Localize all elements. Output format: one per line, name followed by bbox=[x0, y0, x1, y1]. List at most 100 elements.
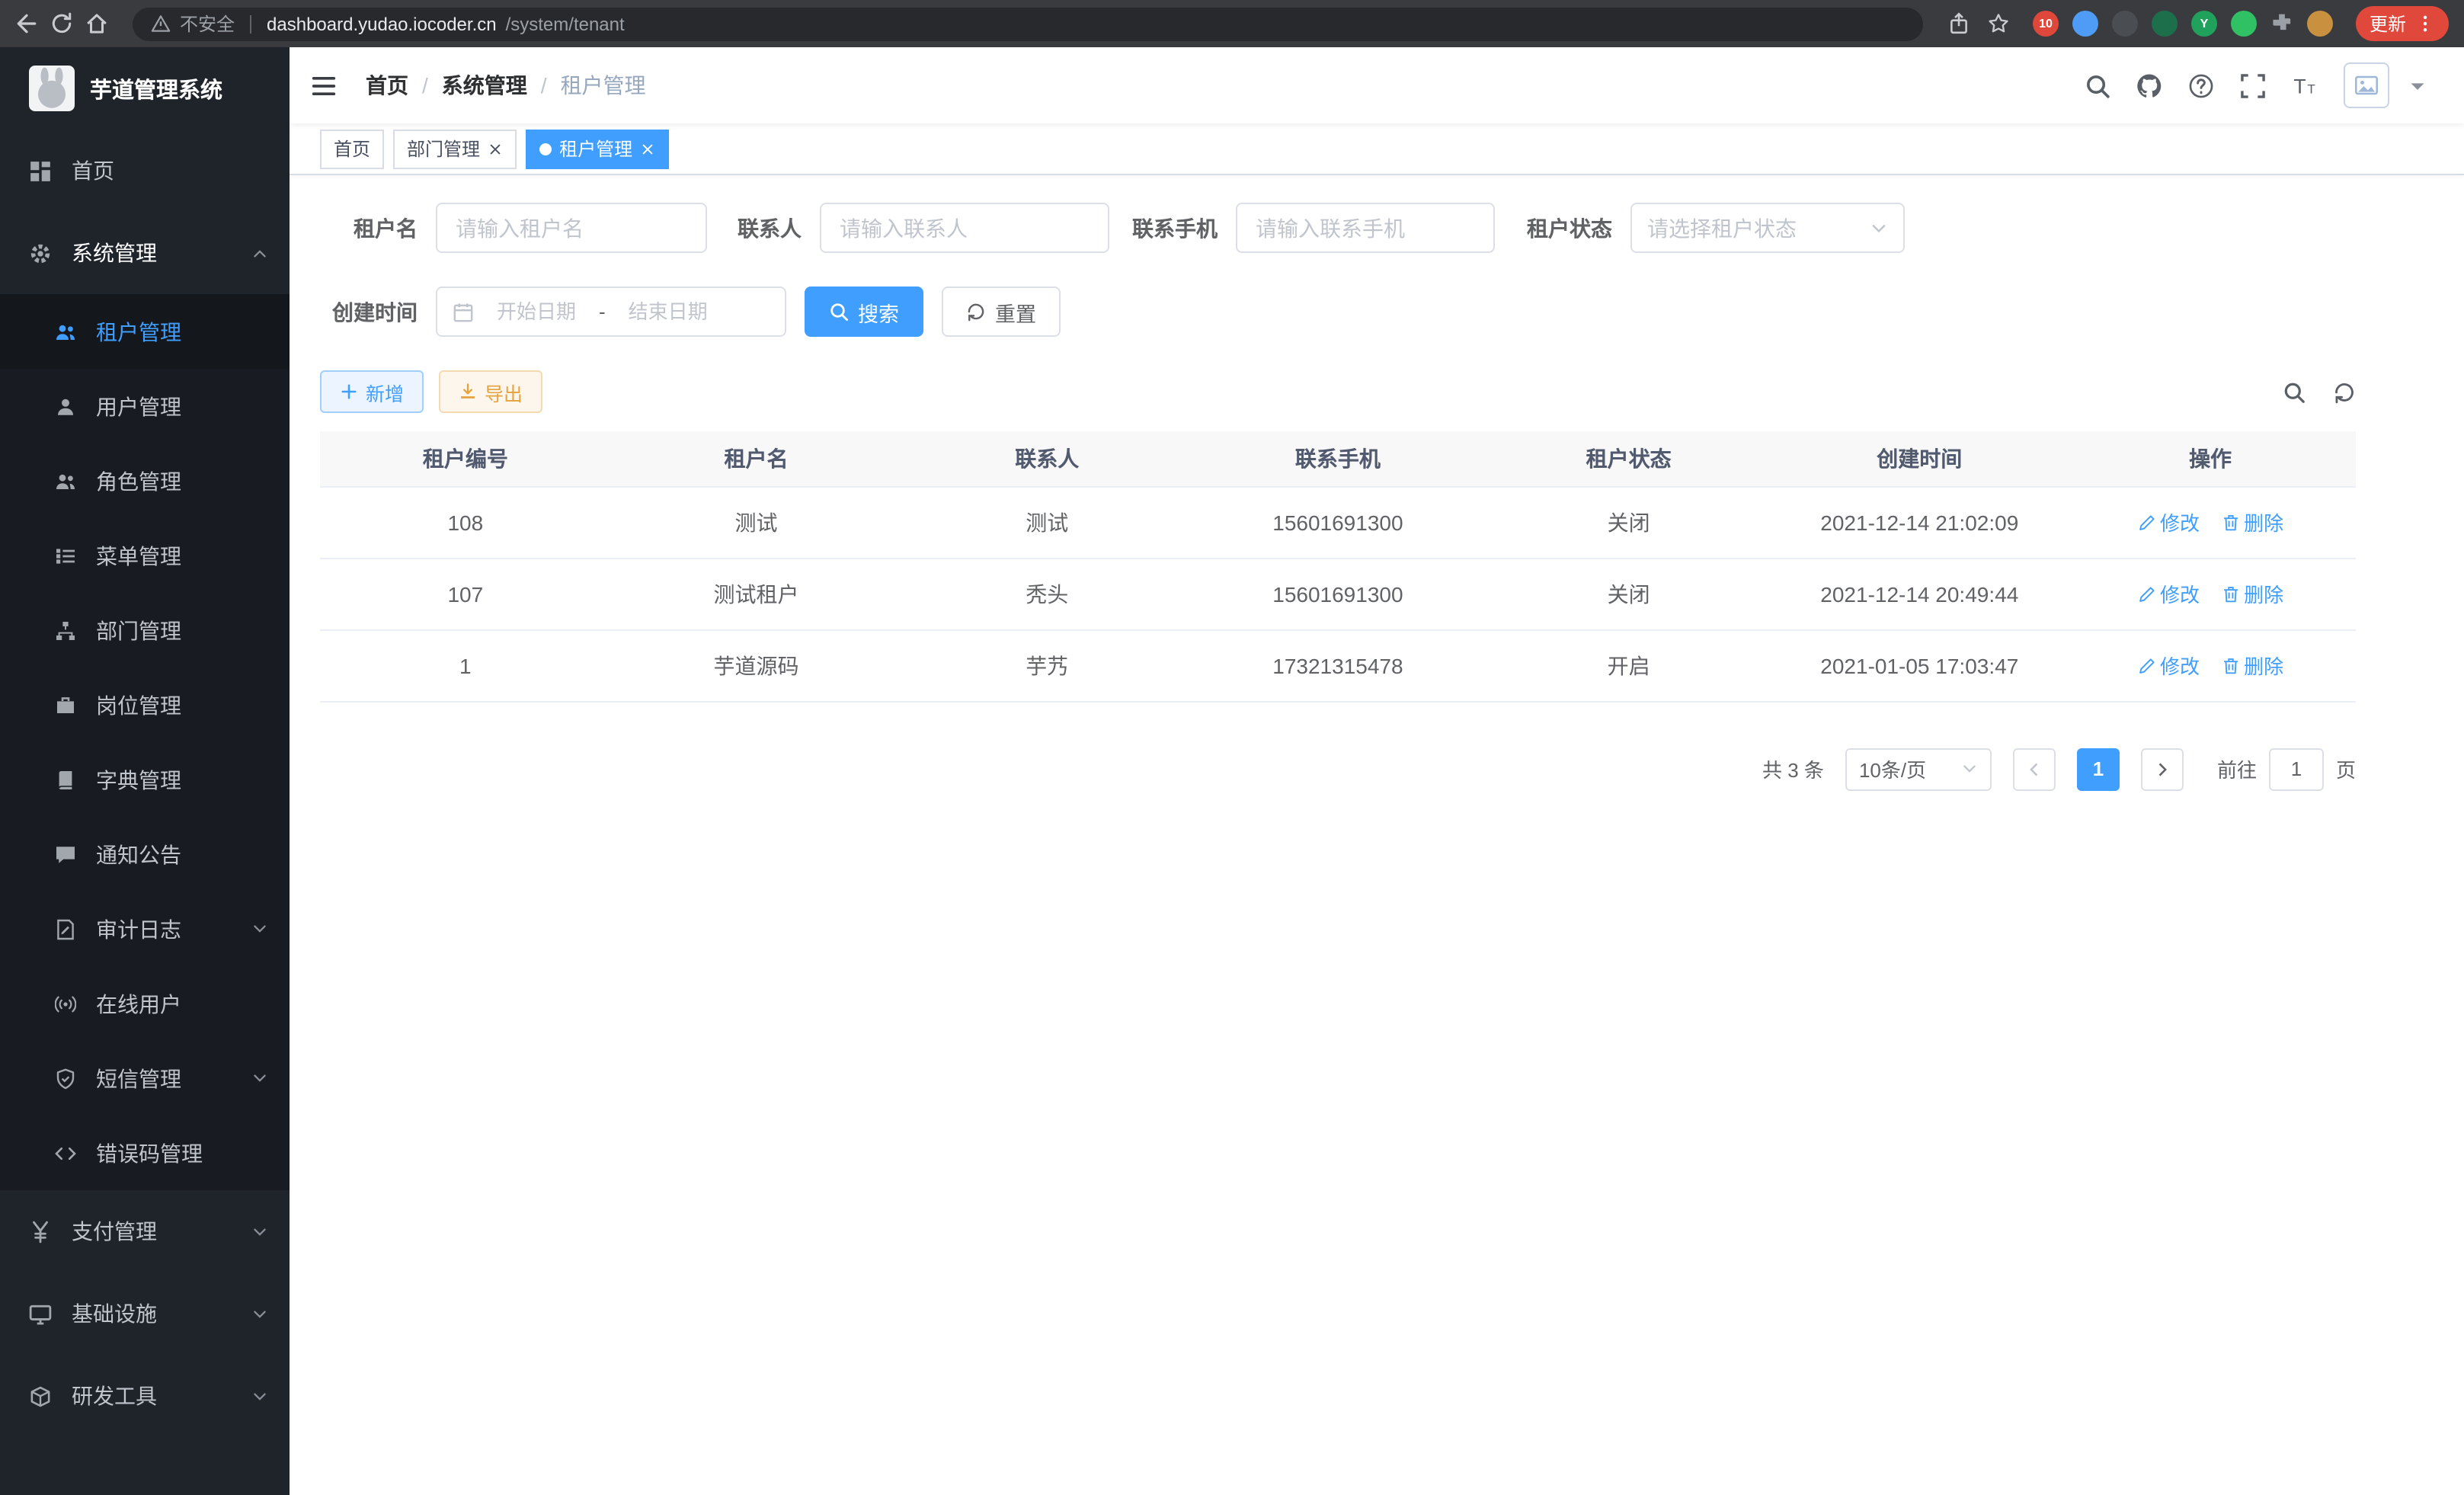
sidebar-item-infra[interactable]: 基础设施 bbox=[0, 1273, 290, 1355]
ext-profile-icon[interactable] bbox=[2307, 11, 2333, 37]
back-icon[interactable] bbox=[15, 12, 38, 35]
contact-input[interactable] bbox=[820, 203, 1109, 253]
sidebar-item-dept[interactable]: 部门管理 bbox=[0, 593, 290, 667]
sidebar-item-menu[interactable]: 菜单管理 bbox=[0, 518, 290, 593]
chevron-down-icon bbox=[251, 1070, 268, 1087]
search-button[interactable]: 搜索 bbox=[805, 287, 923, 337]
ext-red-badge-icon[interactable]: 10 bbox=[2033, 11, 2059, 37]
sidebar-item-tenant[interactable]: 租户管理 bbox=[0, 294, 290, 369]
caret-down-icon[interactable] bbox=[2405, 72, 2430, 98]
ext-blue-icon[interactable] bbox=[2072, 11, 2098, 37]
sidebar-item-dict[interactable]: 字典管理 bbox=[0, 742, 290, 817]
chevron-down-icon bbox=[1961, 760, 1978, 777]
kebab-menu-icon[interactable] bbox=[2415, 14, 2435, 34]
sidebar-item-label: 短信管理 bbox=[96, 1063, 181, 1093]
search-icon[interactable] bbox=[2085, 72, 2110, 98]
signal-icon bbox=[55, 993, 76, 1014]
breadcrumb-item-home[interactable]: 首页 bbox=[366, 70, 408, 101]
chevron-down-icon bbox=[251, 1305, 268, 1322]
sidebar-item-label: 菜单管理 bbox=[96, 540, 181, 571]
phone-input[interactable] bbox=[1236, 203, 1495, 253]
sidebar-item-home[interactable]: 首页 bbox=[0, 130, 290, 212]
ext-green-y-icon[interactable]: Y bbox=[2191, 11, 2217, 37]
date-range-picker[interactable]: - bbox=[436, 287, 786, 337]
help-icon[interactable] bbox=[2188, 72, 2214, 98]
svg-text:T: T bbox=[2293, 75, 2306, 98]
status-select[interactable]: 请选择租户状态 bbox=[1630, 203, 1905, 253]
submenu-system: 租户管理用户管理角色管理菜单管理部门管理岗位管理字典管理通知公告审计日志在线用户… bbox=[0, 294, 290, 1190]
breadcrumb-separator: / bbox=[541, 73, 547, 98]
hamburger-icon[interactable] bbox=[311, 72, 337, 98]
column-header: 联系手机 bbox=[1192, 431, 1483, 486]
address-bar[interactable]: 不安全 dashboard.yudao.iocoder.cn/system/te… bbox=[133, 7, 1923, 40]
export-button[interactable]: 导出 bbox=[439, 370, 542, 413]
reset-button-label: 重置 bbox=[995, 296, 1036, 327]
ext-dark-green-icon[interactable] bbox=[2152, 11, 2178, 37]
image-placeholder-icon bbox=[2354, 73, 2379, 98]
sidebar-item-label: 角色管理 bbox=[96, 466, 181, 496]
user-icon bbox=[55, 395, 76, 417]
end-date-input[interactable] bbox=[612, 300, 725, 323]
reset-button[interactable]: 重置 bbox=[942, 287, 1061, 337]
edit-link[interactable]: 修改 bbox=[2137, 507, 2200, 536]
page-size-select[interactable]: 10条/页 bbox=[1845, 748, 1992, 790]
update-button[interactable]: 更新 bbox=[2356, 6, 2449, 41]
edit-link[interactable]: 修改 bbox=[2137, 651, 2200, 680]
sidebar-item-system[interactable]: 系统管理 bbox=[0, 212, 290, 294]
sidebar-item-post[interactable]: 岗位管理 bbox=[0, 667, 290, 742]
ext-puzzle-icon[interactable] bbox=[2270, 12, 2293, 35]
star-icon[interactable] bbox=[1987, 12, 2010, 35]
app-logo[interactable]: 芋道管理系统 bbox=[0, 47, 290, 130]
fullscreen-icon[interactable] bbox=[2240, 72, 2266, 98]
add-button[interactable]: 新增 bbox=[320, 370, 424, 413]
tenant-name-input[interactable] bbox=[436, 203, 707, 253]
next-page-button[interactable] bbox=[2141, 748, 2184, 790]
breadcrumb-item-system[interactable]: 系统管理 bbox=[442, 70, 527, 101]
font-size-icon[interactable]: TT bbox=[2292, 72, 2318, 98]
sidebar-item-dev-tools[interactable]: 研发工具 bbox=[0, 1355, 290, 1437]
gear-icon bbox=[29, 242, 52, 264]
box-icon bbox=[29, 1385, 52, 1407]
goto-page-input[interactable] bbox=[2269, 748, 2324, 790]
table-header-row: 租户编号租户名联系人联系手机租户状态创建时间操作 bbox=[320, 431, 2356, 486]
close-icon[interactable] bbox=[488, 141, 503, 156]
cell-contact: 芋艿 bbox=[901, 629, 1192, 701]
page-size-value: 10条/页 bbox=[1859, 754, 1926, 783]
chevron-down-icon bbox=[251, 1388, 268, 1404]
doc-edit-icon bbox=[55, 918, 76, 940]
address-divider bbox=[250, 14, 251, 33]
delete-link[interactable]: 删除 bbox=[2221, 579, 2283, 608]
refresh-table-icon[interactable] bbox=[2333, 380, 2356, 403]
github-icon[interactable] bbox=[2136, 72, 2162, 98]
tab-home[interactable]: 首页 bbox=[320, 129, 384, 168]
tab-dept[interactable]: 部门管理 bbox=[393, 129, 517, 168]
sidebar-item-label: 支付管理 bbox=[72, 1216, 157, 1247]
reload-icon[interactable] bbox=[50, 12, 73, 35]
sidebar-item-notice[interactable]: 通知公告 bbox=[0, 817, 290, 892]
home-nav-icon[interactable] bbox=[85, 12, 108, 35]
start-date-input[interactable] bbox=[480, 300, 593, 323]
sidebar-item-pay[interactable]: 支付管理 bbox=[0, 1190, 290, 1273]
sidebar-item-online-user[interactable]: 在线用户 bbox=[0, 966, 290, 1041]
sidebar-item-user[interactable]: 用户管理 bbox=[0, 369, 290, 443]
sidebar-item-audit-log[interactable]: 审计日志 bbox=[0, 892, 290, 966]
ext-bright-green-icon[interactable] bbox=[2231, 11, 2257, 37]
share-icon[interactable] bbox=[1947, 12, 1970, 35]
ext-dark-icon[interactable] bbox=[2112, 11, 2138, 37]
sidebar-item-role[interactable]: 角色管理 bbox=[0, 443, 290, 518]
edit-link[interactable]: 修改 bbox=[2137, 579, 2200, 608]
cell-status: 开启 bbox=[1483, 629, 1774, 701]
toggle-search-icon[interactable] bbox=[2283, 380, 2306, 403]
delete-link[interactable]: 删除 bbox=[2221, 507, 2283, 536]
sidebar-item-error-code[interactable]: 错误码管理 bbox=[0, 1116, 290, 1190]
edit-icon bbox=[2137, 584, 2155, 603]
tab-tenant[interactable]: 租户管理 bbox=[526, 129, 669, 168]
sidebar-item-sms[interactable]: 短信管理 bbox=[0, 1041, 290, 1116]
current-page-button[interactable]: 1 bbox=[2077, 748, 2120, 790]
create-time-label: 创建时间 bbox=[320, 296, 436, 327]
user-avatar[interactable] bbox=[2344, 62, 2389, 108]
sidebar-item-label: 审计日志 bbox=[96, 914, 181, 944]
prev-page-button[interactable] bbox=[2013, 748, 2056, 790]
delete-link[interactable]: 删除 bbox=[2221, 651, 2283, 680]
close-icon[interactable] bbox=[640, 141, 655, 156]
